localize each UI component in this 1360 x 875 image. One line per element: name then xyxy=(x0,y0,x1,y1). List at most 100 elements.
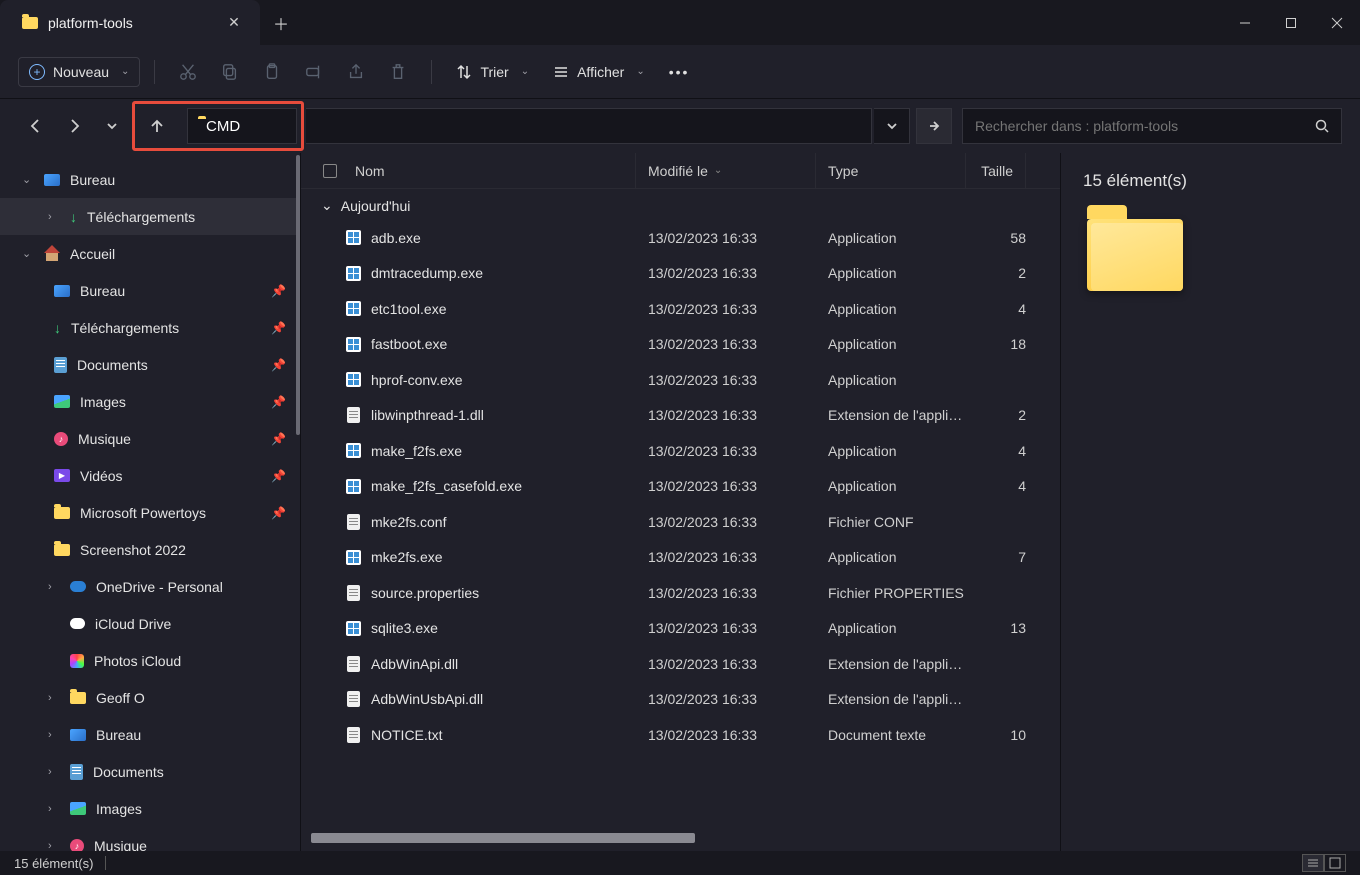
separator xyxy=(154,60,155,84)
file-name: AdbWinUsbApi.dll xyxy=(371,691,483,707)
sidebar-item-icloud[interactable]: iCloud Drive xyxy=(0,605,300,642)
horizontal-scrollbar[interactable] xyxy=(311,831,1050,845)
sidebar-item-images[interactable]: Images📌 xyxy=(0,383,300,420)
sidebar-item-onedrive[interactable]: ›OneDrive - Personal xyxy=(0,568,300,605)
file-row[interactable]: adb.exe13/02/2023 16:33Application58 xyxy=(301,220,1060,256)
delete-button[interactable] xyxy=(379,55,417,89)
select-all-checkbox[interactable] xyxy=(323,164,337,178)
paste-button[interactable] xyxy=(253,55,291,89)
file-type: Application xyxy=(816,620,966,636)
image-icon xyxy=(54,395,70,408)
file-row[interactable]: AdbWinApi.dll13/02/2023 16:33Extension d… xyxy=(301,646,1060,682)
sidebar-item-images2[interactable]: ›Images xyxy=(0,790,300,827)
file-icon xyxy=(345,727,361,743)
file-row[interactable]: NOTICE.txt13/02/2023 16:33Document texte… xyxy=(301,717,1060,753)
file-type: Application xyxy=(816,549,966,565)
file-row[interactable]: AdbWinUsbApi.dll13/02/2023 16:33Extensio… xyxy=(301,682,1060,718)
exe-icon xyxy=(345,620,361,636)
up-button[interactable] xyxy=(139,108,175,144)
sidebar-item-label: Bureau xyxy=(80,283,125,299)
sidebar-item-telechargements[interactable]: ›↓Téléchargements xyxy=(0,198,300,235)
sidebar-item-bureau-root[interactable]: ⌄Bureau xyxy=(0,161,300,198)
share-button[interactable] xyxy=(337,55,375,89)
file-name: fastboot.exe xyxy=(371,336,447,352)
new-tab-button[interactable]: ＋ xyxy=(260,11,302,35)
more-button[interactable]: ••• xyxy=(659,58,700,86)
file-row[interactable]: make_f2fs_casefold.exe13/02/2023 16:33Ap… xyxy=(301,469,1060,505)
file-modified: 13/02/2023 16:33 xyxy=(636,656,816,672)
view-large-button[interactable] xyxy=(1324,854,1346,872)
close-window-button[interactable] xyxy=(1314,0,1360,45)
file-row[interactable]: source.properties13/02/2023 16:33Fichier… xyxy=(301,575,1060,611)
separator xyxy=(431,60,432,84)
file-size: 7 xyxy=(966,549,1026,565)
sidebar-item-geoff[interactable]: ›Geoff O xyxy=(0,679,300,716)
sidebar-item-label: Musique xyxy=(94,838,147,852)
file-type: Application xyxy=(816,372,966,388)
group-header[interactable]: ⌄Aujourd'hui xyxy=(301,189,1060,220)
document-icon xyxy=(70,764,83,780)
tab-platform-tools[interactable]: platform-tools ✕ xyxy=(0,0,260,45)
photos-icon xyxy=(70,654,84,668)
file-type: Extension de l'applica... xyxy=(816,656,966,672)
status-count: 15 élément(s) xyxy=(14,856,93,871)
address-bar-extension[interactable] xyxy=(306,108,872,144)
minimize-button[interactable] xyxy=(1222,0,1268,45)
file-row[interactable]: sqlite3.exe13/02/2023 16:33Application13 xyxy=(301,611,1060,647)
sidebar-item-documents[interactable]: Documents📌 xyxy=(0,346,300,383)
file-name: hprof-conv.exe xyxy=(371,372,463,388)
file-size: 18 xyxy=(966,336,1026,352)
file-row[interactable]: libwinpthread-1.dll13/02/2023 16:33Exten… xyxy=(301,398,1060,434)
sidebar-item-bureau2[interactable]: ›Bureau xyxy=(0,716,300,753)
search-box[interactable] xyxy=(962,108,1342,144)
copy-button[interactable] xyxy=(211,55,249,89)
chevron-down-icon: ⌄ xyxy=(636,66,644,77)
view-details-button[interactable] xyxy=(1302,854,1324,872)
file-size: 10 xyxy=(966,727,1026,743)
file-row[interactable]: etc1tool.exe13/02/2023 16:33Application4 xyxy=(301,291,1060,327)
sidebar-item-label: Bureau xyxy=(96,727,141,743)
plus-circle-icon: + xyxy=(29,64,45,80)
sidebar-item-documents2[interactable]: ›Documents xyxy=(0,753,300,790)
view-button[interactable]: Afficher ⌄ xyxy=(543,58,655,86)
file-name: libwinpthread-1.dll xyxy=(371,407,484,423)
sidebar-item-telechargements2[interactable]: ↓Téléchargements📌 xyxy=(0,309,300,346)
close-tab-icon[interactable]: ✕ xyxy=(224,14,244,31)
back-button[interactable] xyxy=(18,108,54,144)
pin-icon: 📌 xyxy=(271,469,286,483)
sidebar-item-accueil[interactable]: ⌄Accueil xyxy=(0,235,300,272)
file-row[interactable]: mke2fs.exe13/02/2023 16:33Application7 xyxy=(301,540,1060,576)
forward-button[interactable] xyxy=(56,108,92,144)
file-row[interactable]: make_f2fs.exe13/02/2023 16:33Application… xyxy=(301,433,1060,469)
home-icon xyxy=(44,247,60,261)
sidebar-item-screenshot[interactable]: Screenshot 2022 xyxy=(0,531,300,568)
col-name[interactable]: Nom xyxy=(321,153,636,188)
address-go-button[interactable] xyxy=(916,108,952,144)
sidebar-item-videos[interactable]: ▶Vidéos📌 xyxy=(0,457,300,494)
col-modified[interactable]: Modifié le⌄ xyxy=(636,153,816,188)
maximize-button[interactable] xyxy=(1268,0,1314,45)
address-bar[interactable] xyxy=(187,108,297,144)
file-row[interactable]: fastboot.exe13/02/2023 16:33Application1… xyxy=(301,327,1060,363)
file-row[interactable]: dmtracedump.exe13/02/2023 16:33Applicati… xyxy=(301,256,1060,292)
scrollbar-thumb[interactable] xyxy=(311,833,695,843)
col-type[interactable]: Type xyxy=(816,153,966,188)
recent-button[interactable] xyxy=(94,108,130,144)
search-input[interactable] xyxy=(975,118,1315,134)
new-button[interactable]: + Nouveau ⌄ xyxy=(18,57,140,87)
cut-button[interactable] xyxy=(169,55,207,89)
sidebar-item-photos[interactable]: Photos iCloud xyxy=(0,642,300,679)
sidebar-item-powertoys[interactable]: Microsoft Powertoys📌 xyxy=(0,494,300,531)
address-history-button[interactable] xyxy=(874,108,910,144)
exe-icon xyxy=(345,336,361,352)
sidebar-item-musique[interactable]: ♪Musique📌 xyxy=(0,420,300,457)
rename-button[interactable] xyxy=(295,55,333,89)
file-row[interactable]: hprof-conv.exe13/02/2023 16:33Applicatio… xyxy=(301,362,1060,398)
sort-button[interactable]: Trier ⌄ xyxy=(446,58,539,86)
sidebar-item-bureau[interactable]: Bureau📌 xyxy=(0,272,300,309)
file-row[interactable]: mke2fs.conf13/02/2023 16:33Fichier CONF xyxy=(301,504,1060,540)
file-modified: 13/02/2023 16:33 xyxy=(636,514,816,530)
sidebar-item-musique2[interactable]: ›♪Musique xyxy=(0,827,300,851)
file-type: Application xyxy=(816,301,966,317)
col-size[interactable]: Taille xyxy=(966,153,1026,188)
